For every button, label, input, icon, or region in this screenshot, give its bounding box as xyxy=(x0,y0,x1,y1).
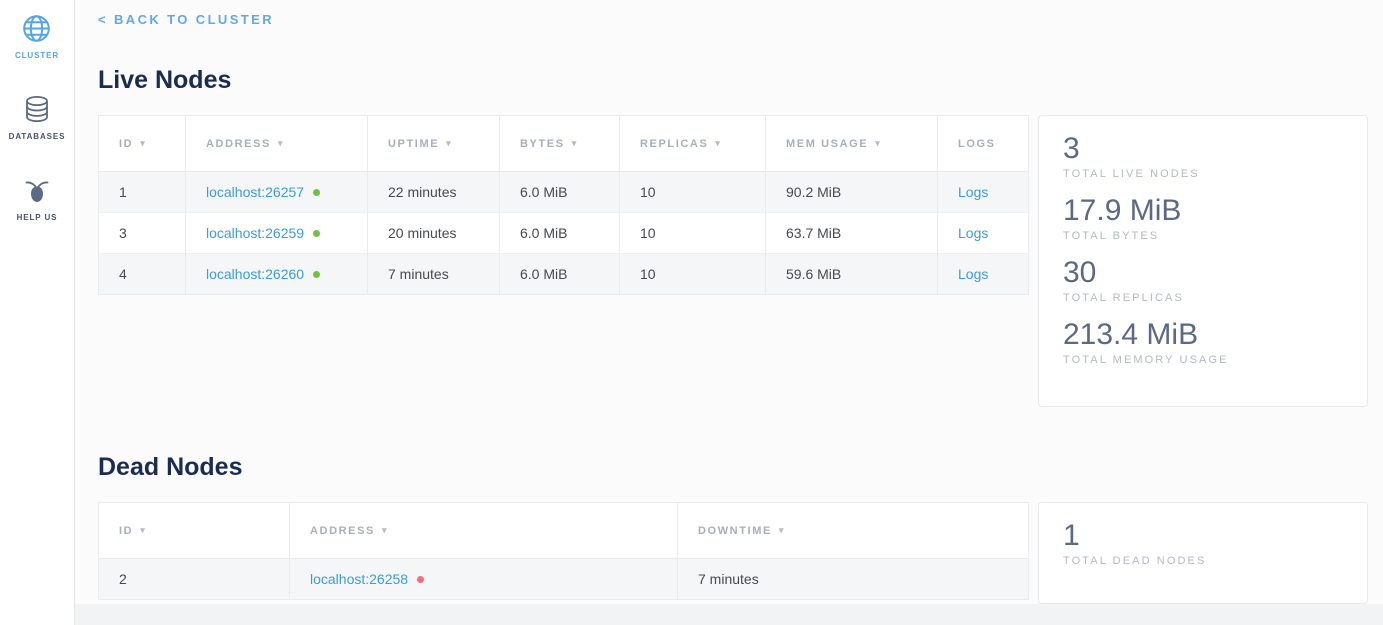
live-status-dot-icon xyxy=(313,230,320,237)
back-link-label: BACK TO CLUSTER xyxy=(114,12,274,27)
node-mem-usage-cell: 90.2 MiB xyxy=(766,172,938,213)
stat-label: TOTAL MEMORY USAGE xyxy=(1063,354,1343,366)
stat-value: 1 xyxy=(1063,518,1343,553)
node-id-cell: 4 xyxy=(99,254,186,295)
stat-value: 3 xyxy=(1063,131,1343,166)
node-bytes-cell: 6.0 MiB xyxy=(500,172,620,213)
table-row: 1 localhost:26257 22 minutes 6.0 MiB 10 … xyxy=(99,172,1029,213)
sidebar-item-label: CLUSTER xyxy=(15,51,59,60)
node-address-link[interactable]: localhost:26257 xyxy=(206,184,304,200)
node-address-link[interactable]: localhost:26258 xyxy=(310,571,408,587)
column-header-bytes[interactable]: BYTES xyxy=(500,116,620,172)
sidebar-item-label: HELP US xyxy=(17,213,58,222)
back-chevron-icon: < xyxy=(98,12,108,27)
node-downtime-cell: 7 minutes xyxy=(678,559,1029,600)
stat-value: 17.9 MiB xyxy=(1063,193,1343,228)
node-logs-cell: Logs xyxy=(938,213,1029,254)
node-address-cell: localhost:26259 xyxy=(186,213,368,254)
node-uptime-cell: 7 minutes xyxy=(368,254,500,295)
bug-icon xyxy=(21,174,53,206)
node-bytes-cell: 6.0 MiB xyxy=(500,213,620,254)
sidebar: CLUSTER DATABASES HELP US xyxy=(0,0,75,625)
column-header-downtime[interactable]: DOWNTIME xyxy=(678,503,1029,559)
stat-total-dead-nodes: 1 TOTAL DEAD NODES xyxy=(1063,518,1343,567)
node-address-cell: localhost:26257 xyxy=(186,172,368,213)
node-address-link[interactable]: localhost:26259 xyxy=(206,225,304,241)
column-header-id[interactable]: ID xyxy=(99,503,290,559)
live-status-dot-icon xyxy=(313,189,320,196)
main-area: < BACK TO CLUSTER Live Nodes ID ADDRESS U… xyxy=(75,0,1383,625)
stat-value: 30 xyxy=(1063,255,1343,290)
logs-link[interactable]: Logs xyxy=(958,266,988,282)
logs-link[interactable]: Logs xyxy=(958,225,988,241)
node-id-cell: 2 xyxy=(99,559,290,600)
column-header-address[interactable]: ADDRESS xyxy=(290,503,678,559)
column-header-mem-usage[interactable]: MEM USAGE xyxy=(766,116,938,172)
live-nodes-table: ID ADDRESS UPTIME BYTES REPLICAS MEM USA… xyxy=(98,115,1029,295)
sidebar-item-cluster[interactable]: CLUSTER xyxy=(15,13,59,60)
column-header-replicas[interactable]: REPLICAS xyxy=(620,116,766,172)
node-uptime-cell: 22 minutes xyxy=(368,172,500,213)
stat-total-memory-usage: 213.4 MiB TOTAL MEMORY USAGE xyxy=(1063,317,1343,366)
node-replicas-cell: 10 xyxy=(620,254,766,295)
node-logs-cell: Logs xyxy=(938,172,1029,213)
stat-total-live-nodes: 3 TOTAL LIVE NODES xyxy=(1063,131,1343,180)
column-header-id[interactable]: ID xyxy=(99,116,186,172)
dead-nodes-section: ID ADDRESS DOWNTIME 2 localhost:26258 7 … xyxy=(98,502,1383,604)
stat-label: TOTAL BYTES xyxy=(1063,230,1343,242)
app-window: CLUSTER DATABASES HELP US xyxy=(0,0,1383,625)
node-id-cell: 3 xyxy=(99,213,186,254)
column-header-logs: LOGS xyxy=(938,116,1029,172)
node-id-cell: 1 xyxy=(99,172,186,213)
back-to-cluster-link[interactable]: < BACK TO CLUSTER xyxy=(98,12,274,27)
stat-total-replicas: 30 TOTAL REPLICAS xyxy=(1063,255,1343,304)
table-row: 2 localhost:26258 7 minutes xyxy=(99,559,1029,600)
page-bottom-strip xyxy=(75,604,1383,625)
live-status-dot-icon xyxy=(313,271,320,278)
databases-icon xyxy=(21,93,53,125)
node-replicas-cell: 10 xyxy=(620,213,766,254)
stat-label: TOTAL REPLICAS xyxy=(1063,292,1343,304)
sidebar-item-help-us[interactable]: HELP US xyxy=(17,174,58,222)
node-uptime-cell: 20 minutes xyxy=(368,213,500,254)
column-header-uptime[interactable]: UPTIME xyxy=(368,116,500,172)
node-bytes-cell: 6.0 MiB xyxy=(500,254,620,295)
page-content: < BACK TO CLUSTER Live Nodes ID ADDRESS U… xyxy=(75,0,1383,604)
node-address-cell: localhost:26258 xyxy=(290,559,678,600)
table-row: 4 localhost:26260 7 minutes 6.0 MiB 10 5… xyxy=(99,254,1029,295)
node-replicas-cell: 10 xyxy=(620,172,766,213)
stat-label: TOTAL LIVE NODES xyxy=(1063,168,1343,180)
dead-nodes-summary-card: 1 TOTAL DEAD NODES xyxy=(1038,502,1368,604)
stat-value: 213.4 MiB xyxy=(1063,317,1343,352)
live-nodes-section: ID ADDRESS UPTIME BYTES REPLICAS MEM USA… xyxy=(98,115,1383,407)
logs-link[interactable]: Logs xyxy=(958,184,988,200)
node-address-cell: localhost:26260 xyxy=(186,254,368,295)
dead-status-dot-icon xyxy=(417,576,424,583)
node-address-link[interactable]: localhost:26260 xyxy=(206,266,304,282)
table-row: 3 localhost:26259 20 minutes 6.0 MiB 10 … xyxy=(99,213,1029,254)
stat-label: TOTAL DEAD NODES xyxy=(1063,555,1343,567)
live-nodes-summary-card: 3 TOTAL LIVE NODES 17.9 MiB TOTAL BYTES … xyxy=(1038,115,1368,407)
node-mem-usage-cell: 59.6 MiB xyxy=(766,254,938,295)
globe-icon xyxy=(21,13,52,44)
dead-nodes-title: Dead Nodes xyxy=(98,453,1383,482)
sidebar-item-databases[interactable]: DATABASES xyxy=(9,93,66,141)
node-mem-usage-cell: 63.7 MiB xyxy=(766,213,938,254)
column-header-address[interactable]: ADDRESS xyxy=(186,116,368,172)
dead-nodes-table: ID ADDRESS DOWNTIME 2 localhost:26258 7 … xyxy=(98,502,1029,600)
dead-table-header-row: ID ADDRESS DOWNTIME xyxy=(99,503,1029,559)
live-table-header-row: ID ADDRESS UPTIME BYTES REPLICAS MEM USA… xyxy=(99,116,1029,172)
stat-total-bytes: 17.9 MiB TOTAL BYTES xyxy=(1063,193,1343,242)
sidebar-item-label: DATABASES xyxy=(9,132,66,141)
live-nodes-title: Live Nodes xyxy=(98,66,1383,95)
node-logs-cell: Logs xyxy=(938,254,1029,295)
